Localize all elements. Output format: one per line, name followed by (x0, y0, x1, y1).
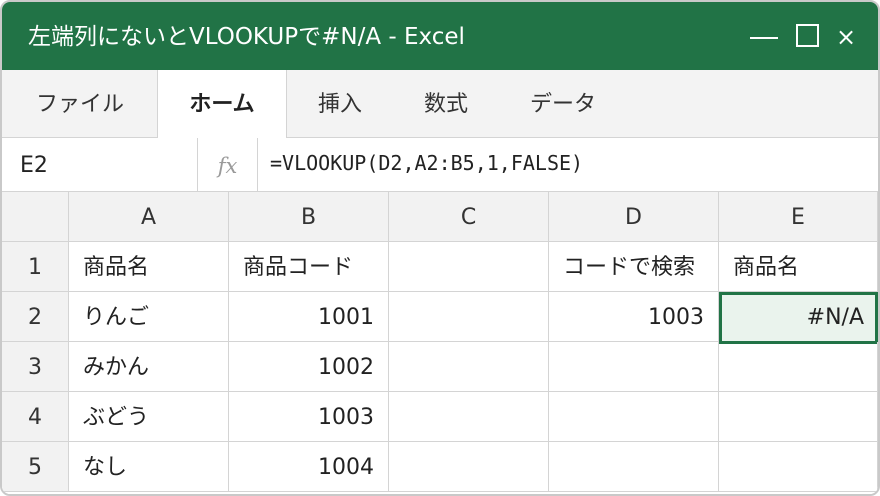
maximize-icon (796, 24, 819, 47)
minimize-icon (750, 37, 778, 39)
cell-b2[interactable]: 1001 (229, 292, 389, 342)
row-header-3[interactable]: 3 (2, 342, 69, 392)
cell-c1[interactable] (389, 242, 549, 292)
tab-home[interactable]: ホーム (157, 70, 287, 139)
column-header-e[interactable]: E (719, 192, 878, 242)
column-header-c[interactable]: C (389, 192, 549, 242)
row-header-5[interactable]: 5 (2, 442, 69, 492)
cell-e3[interactable] (719, 342, 878, 392)
cell-e2-selected[interactable]: #N/A (719, 292, 878, 344)
cell-c4[interactable] (389, 392, 549, 442)
cell-e4[interactable] (719, 392, 878, 442)
maximize-button[interactable] (792, 2, 826, 70)
cell-a2[interactable]: りんご (69, 292, 229, 342)
tab-formulas[interactable]: 数式 (394, 70, 498, 138)
tab-data[interactable]: データ (498, 70, 628, 138)
cell-e5[interactable] (719, 442, 878, 492)
tab-insert[interactable]: 挿入 (286, 70, 394, 138)
cell-d4[interactable] (549, 392, 719, 442)
cell-a3[interactable]: みかん (69, 342, 229, 392)
window-title: 左端列にないとVLOOKUPで#N/A - Excel (28, 24, 465, 50)
row-header-2[interactable]: 2 (2, 292, 69, 342)
cell-d2[interactable]: 1003 (549, 292, 719, 342)
cell-a1[interactable]: 商品名 (69, 242, 229, 292)
tab-file[interactable]: ファイル (2, 70, 158, 138)
select-all-corner[interactable] (2, 192, 69, 242)
title-bar: 左端列にないとVLOOKUPで#N/A - Excel × (2, 2, 878, 70)
name-box[interactable]: E2 (2, 138, 198, 192)
cell-d5[interactable] (549, 442, 719, 492)
cell-a4[interactable]: ぶどう (69, 392, 229, 442)
formula-input[interactable]: =VLOOKUP(D2,A2:B5,1,FALSE) (270, 138, 583, 192)
cell-a5[interactable]: なし (69, 442, 229, 492)
spreadsheet-grid: A B C D E 1 商品名 商品コード コードで検索 商品名 2 りんご 1… (2, 192, 878, 494)
ribbon-tabs: ファイル ホーム 挿入 数式 データ (2, 70, 878, 139)
excel-window: 左端列にないとVLOOKUPで#N/A - Excel × ファイル ホーム 挿… (0, 0, 880, 496)
cell-d3[interactable] (549, 342, 719, 392)
column-header-b[interactable]: B (229, 192, 389, 242)
cell-d1[interactable]: コードで検索 (549, 242, 719, 292)
cell-c5[interactable] (389, 442, 549, 492)
cell-b1[interactable]: 商品コード (229, 242, 389, 292)
cell-b3[interactable]: 1002 (229, 342, 389, 392)
cell-c3[interactable] (389, 342, 549, 392)
row-header-4[interactable]: 4 (2, 392, 69, 442)
formula-bar: E2 fx =VLOOKUP(D2,A2:B5,1,FALSE) (2, 138, 878, 192)
column-header-d[interactable]: D (549, 192, 719, 242)
close-icon: × (836, 23, 857, 51)
cell-b5[interactable]: 1004 (229, 442, 389, 492)
close-button[interactable]: × (832, 2, 862, 70)
minimize-button[interactable] (746, 2, 782, 70)
cell-b4[interactable]: 1003 (229, 392, 389, 442)
row-header-1[interactable]: 1 (2, 242, 69, 292)
column-header-a[interactable]: A (69, 192, 229, 242)
cell-c2[interactable] (389, 292, 549, 342)
fx-icon[interactable]: fx (198, 138, 258, 192)
cell-e1[interactable]: 商品名 (719, 242, 878, 292)
